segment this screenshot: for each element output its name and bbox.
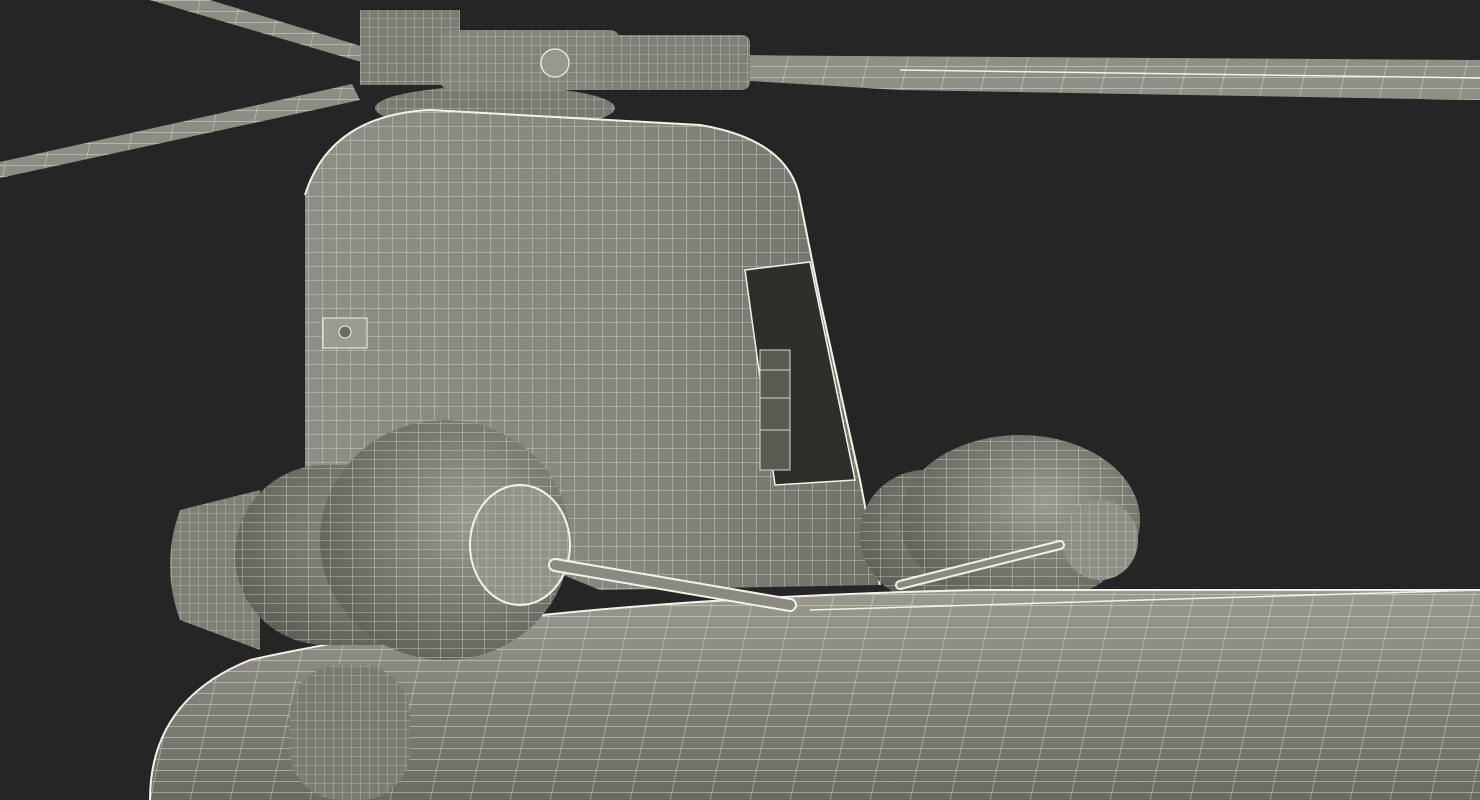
wireframe-render bbox=[0, 0, 1480, 800]
engine-right bbox=[860, 435, 1140, 605]
intake-opening bbox=[744, 261, 856, 486]
3d-viewport[interactable] bbox=[0, 0, 1480, 800]
